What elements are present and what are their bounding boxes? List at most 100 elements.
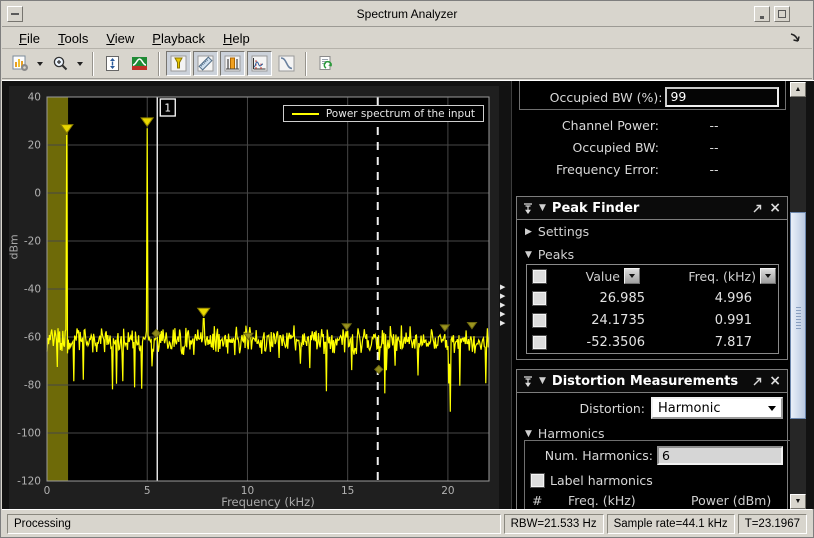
peak-checkbox[interactable] [533,336,546,349]
menu-tools[interactable]: Tools [49,29,97,48]
spectrum-icon [131,55,148,72]
occupied-bw-meas-value: -- [659,140,769,155]
scrollbar-down-button[interactable]: ▼ [790,494,806,509]
peak-checkbox[interactable] [533,292,546,305]
settings-label: Settings [538,224,589,239]
zoom-button[interactable] [48,51,73,76]
peak-finder-toggle-button[interactable] [166,51,191,76]
minimize-icon [760,16,764,19]
peak-freq: 7.817 [645,335,752,350]
rbw-indicator: RBW=21.533 Hz [504,514,604,534]
fit-to-view-button[interactable] [100,51,125,76]
expanded-triangle-icon: ▼ [525,429,532,439]
maximize-icon [778,10,786,18]
splitter-arrow-icon: ▶ [500,311,511,319]
chart-gear-icon [12,55,29,72]
toolbar-separator [158,52,160,76]
scrollbar-thumb[interactable] [790,212,806,419]
svg-text:20: 20 [28,140,41,152]
frequency-error-label: Frequency Error: [512,162,659,177]
zoom-dropdown[interactable] [74,51,85,76]
playback-export-button[interactable] [313,51,338,76]
num-harmonics-input[interactable]: 6 [657,446,783,465]
peak-row: 24.1735 0.991 [527,309,778,331]
panel-splitter[interactable]: ▶ ▶ ▶ ▶ ▶ [500,284,511,328]
spectrum-analyzer-window: Spectrum Analyzer File Tools View Playba… [0,0,814,538]
up-arrow-icon: ▲ [795,86,802,93]
time-indicator: T=23.1967 [738,514,807,534]
close-icon[interactable]: × [769,202,781,214]
magnifier-plus-icon [52,55,69,72]
svg-text:-20: -20 [24,236,41,248]
peak-value: 26.985 [546,291,645,306]
peaks-label: Peaks [538,247,574,262]
svg-text:40: 40 [28,92,41,104]
svg-text:-80: -80 [24,380,41,392]
menu-view[interactable]: View [97,29,143,48]
dock-arrow-icon[interactable] [788,31,802,45]
distortion-title: Distortion Measurements [552,374,738,389]
harm-freq-column-header: Freq. (kHz) [568,493,691,508]
toolbar-separator [305,52,307,76]
svg-text:-40: -40 [24,284,41,296]
menu-bar: File Tools View Playback Help [2,28,812,49]
expanded-triangle-icon: ▼ [525,250,532,260]
distortion-measurements-toggle-button[interactable] [247,51,272,76]
distortion-type-select[interactable]: Harmonic [651,397,783,419]
dropdown-caret-icon [77,62,83,66]
distortion-label: Distortion: [517,401,645,416]
channel-power-label: Channel Power: [512,118,659,133]
splitter-arrow-icon: ▶ [500,302,511,310]
minimize-button[interactable] [754,6,770,22]
peaks-table: Value Freq. (kHz) 26.985 4.996 24.1735 0… [526,264,779,354]
freq-sort-button[interactable] [760,268,776,284]
peaks-table-header: Value Freq. (kHz) [527,265,778,287]
combo-caret-icon [768,406,776,411]
menu-file[interactable]: File [10,29,49,48]
distortion-header[interactable]: ▼ Distortion Measurements × [517,370,787,393]
distortion-measurements-panel: ▼ Distortion Measurements × Distortion: … [516,369,788,510]
channel-measurements-toggle-button[interactable] [220,51,245,76]
label-harmonics-label: Label harmonics [550,473,653,488]
collapse-triangle-icon[interactable]: ▼ [539,376,546,386]
peak-row: 26.985 4.996 [527,287,778,309]
down-arrow-icon: ▼ [795,498,802,505]
peak-finder-header[interactable]: ▼ Peak Finder × [517,197,787,220]
content-area: 40200-20-40-60-80-100-120051015201 dBm F… [2,80,814,509]
panel-scrollbar[interactable]: ▲ ▼ [790,82,806,509]
spectrum-settings-button[interactable] [8,51,33,76]
peak-finder-settings-toggle[interactable]: ▶ Settings [517,220,787,243]
close-icon[interactable]: × [769,375,781,387]
measure-ruler-toggle-button[interactable] [193,51,218,76]
menu-playback[interactable]: Playback [143,29,214,48]
plot-legend: Power spectrum of the input [283,105,484,122]
collapse-triangle-icon[interactable]: ▼ [539,203,546,213]
occupied-bw-input[interactable]: 99 [665,87,779,107]
spectrum-settings-dropdown[interactable] [34,51,45,76]
undock-icon[interactable] [752,376,763,387]
peaks-select-all-checkbox[interactable] [533,270,546,283]
peak-finder-peaks-toggle[interactable]: ▼ Peaks [517,243,787,266]
harmonics-label: Harmonics [538,426,605,441]
peak-marker-icon [170,55,187,72]
toolbar [2,49,812,79]
spectrum-display-button[interactable] [127,51,152,76]
ccdf-curve-icon [278,55,295,72]
pin-icon [523,376,533,387]
undock-icon[interactable] [752,203,763,214]
value-sort-button[interactable] [624,268,640,284]
menu-help[interactable]: Help [214,29,259,48]
distortion-selected-value: Harmonic [658,401,720,416]
sort-caret-icon [765,274,771,278]
hash-column-header: # [532,493,568,508]
ccdf-toggle-button[interactable] [274,51,299,76]
maximize-button[interactable] [774,6,790,22]
num-harmonics-label: Num. Harmonics: [529,448,653,463]
scrollbar-up-button[interactable]: ▲ [790,82,806,97]
label-harmonics-checkbox[interactable] [531,474,544,487]
toolbar-separator [92,52,94,76]
dropdown-caret-icon [37,62,43,66]
peak-checkbox[interactable] [533,314,546,327]
title-bar[interactable]: Spectrum Analyzer [2,2,812,27]
value-column-header: Value [546,269,620,284]
